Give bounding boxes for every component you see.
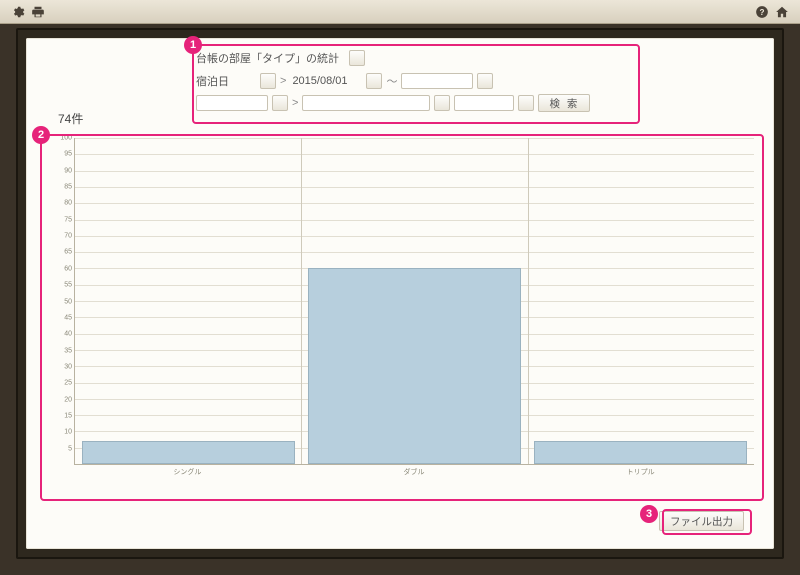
filter2-value2[interactable] (454, 95, 514, 111)
filter2-field[interactable] (196, 95, 268, 111)
result-count: 74件 (58, 110, 83, 127)
annot-1: 1 (184, 36, 202, 54)
bar-chart: 5101520253035404550556065707580859095100… (74, 138, 754, 479)
x-label: ダブル (404, 467, 425, 477)
date-from-picker[interactable] (366, 73, 382, 89)
filter2-value2-btn[interactable] (518, 95, 534, 111)
gt-sep-1: > (280, 75, 286, 87)
print-icon[interactable] (31, 5, 45, 19)
y-tick: 65 (64, 249, 72, 256)
x-label: トリプル (627, 467, 655, 477)
y-tick: 95 (64, 151, 72, 158)
export-button[interactable]: ファイル出力 (659, 511, 744, 531)
y-tick: 60 (64, 265, 72, 272)
y-tick: 20 (64, 396, 72, 403)
y-tick: 15 (64, 412, 72, 419)
bar (82, 441, 295, 464)
field-label: 宿泊日 (196, 73, 256, 89)
gear-icon[interactable] (11, 5, 25, 19)
filter2-value1-btn[interactable] (434, 95, 450, 111)
field1-dropdown[interactable] (260, 73, 276, 89)
filter2-value1[interactable] (302, 95, 430, 111)
y-tick: 75 (64, 216, 72, 223)
date-from[interactable]: 2015/08/01 (290, 75, 362, 87)
home-icon[interactable] (775, 5, 789, 19)
y-tick: 100 (60, 135, 72, 142)
bar (308, 268, 521, 464)
help-icon[interactable]: ? (755, 5, 769, 19)
date-to[interactable] (401, 73, 473, 89)
x-label: シングル (173, 467, 201, 477)
filter2-dropdown[interactable] (272, 95, 288, 111)
y-tick: 50 (64, 298, 72, 305)
gt-sep-2: > (292, 97, 298, 109)
date-to-picker[interactable] (477, 73, 493, 89)
y-tick: 30 (64, 363, 72, 370)
filter-panel: 台帳の部屋「タイプ」の統計 宿泊日 > 2015/08/01 ～ > (196, 48, 636, 114)
y-tick: 85 (64, 184, 72, 191)
y-tick: 70 (64, 233, 72, 240)
y-tick: 80 (64, 200, 72, 207)
svg-text:?: ? (760, 7, 765, 16)
y-tick: 45 (64, 314, 72, 321)
y-tick: 35 (64, 347, 72, 354)
y-tick: 25 (64, 380, 72, 387)
y-tick: 90 (64, 167, 72, 174)
y-tick: 5 (68, 445, 72, 452)
annot-2: 2 (32, 126, 50, 144)
y-tick: 40 (64, 331, 72, 338)
stats-title: 台帳の部屋「タイプ」の統計 (196, 50, 339, 66)
tilde: ～ (386, 73, 397, 89)
title-dropdown[interactable] (349, 50, 365, 66)
search-button[interactable]: 検 索 (538, 94, 590, 112)
y-tick: 55 (64, 282, 72, 289)
bar (534, 441, 747, 464)
annot-3: 3 (640, 505, 658, 523)
y-tick: 10 (64, 429, 72, 436)
